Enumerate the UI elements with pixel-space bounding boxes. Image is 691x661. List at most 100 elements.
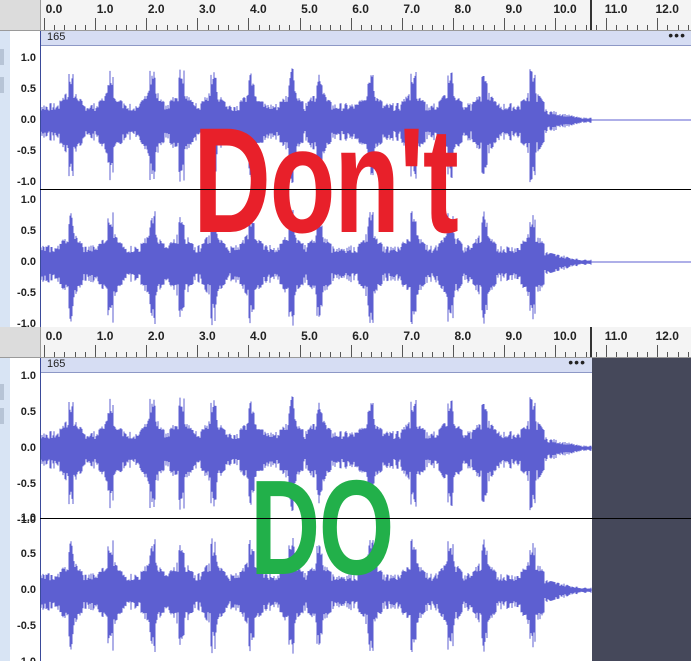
- clip-name: 165: [47, 358, 66, 370]
- ruler-tick-label: 12.0: [655, 2, 679, 16]
- ruler-major-mark: [350, 345, 352, 357]
- ruler-minor-mark: [135, 25, 137, 30]
- amplitude-label: -0.5: [17, 620, 36, 632]
- ruler-minor-mark: [524, 25, 526, 30]
- ruler-minor-mark: [217, 352, 219, 357]
- ruler-minor-mark: [493, 25, 495, 30]
- ruler-minor-mark: [595, 352, 597, 357]
- ruler-minor-mark: [156, 352, 158, 357]
- ruler-minor-mark: [166, 352, 168, 357]
- ruler-minor-mark: [279, 352, 281, 357]
- ruler-minor-mark: [463, 25, 465, 30]
- ruler-minor-mark: [473, 352, 475, 357]
- ruler-tick-label: 0.0: [45, 2, 63, 16]
- ruler-minor-mark: [105, 352, 107, 357]
- ruler-major-mark: [657, 18, 659, 30]
- ruler-minor-mark: [64, 352, 66, 357]
- playhead-marker[interactable]: [590, 327, 592, 357]
- empty-track-area[interactable]: [592, 358, 691, 661]
- ruler-minor-mark: [64, 25, 66, 30]
- ruler-major-mark: [299, 18, 301, 30]
- ruler-minor-mark: [381, 352, 383, 357]
- ruler-minor-mark: [667, 352, 669, 357]
- ruler-major-mark: [44, 18, 45, 30]
- ruler-minor-mark: [176, 352, 178, 357]
- track-handle[interactable]: [0, 49, 4, 65]
- ruler-minor-mark: [646, 25, 648, 30]
- ruler-tick-label: 7.0: [403, 329, 421, 343]
- ruler-minor-mark: [463, 352, 465, 357]
- ruler-minor-mark: [105, 25, 107, 30]
- amplitude-label: -1.0: [17, 318, 36, 327]
- ruler-tick-label: 5.0: [301, 2, 318, 16]
- amplitude-label: 1.0: [20, 512, 36, 524]
- ruler-tick-label: 2.0: [147, 329, 165, 343]
- ruler-minor-mark: [646, 352, 648, 357]
- ruler-minor-mark: [289, 352, 291, 357]
- clip-header[interactable]: 165 •••: [41, 354, 592, 373]
- ruler-major-mark: [401, 18, 403, 30]
- ruler-minor-mark: [626, 352, 628, 357]
- ruler-tick-label: 4.0: [250, 329, 267, 343]
- ruler-minor-mark: [238, 352, 240, 357]
- ruler-minor-mark: [74, 352, 76, 357]
- ruler-major-mark: [555, 18, 556, 30]
- ruler-major-mark: [401, 345, 403, 357]
- ruler-minor-mark: [442, 25, 444, 30]
- playhead-marker[interactable]: [590, 0, 592, 30]
- track-handle[interactable]: [0, 408, 4, 424]
- ruler-minor-mark: [381, 25, 383, 30]
- ruler-tick-label: 9.0: [505, 2, 523, 16]
- ruler-minor-mark: [238, 25, 240, 30]
- ruler-major-mark: [350, 18, 352, 30]
- ruler-minor-mark: [84, 352, 86, 357]
- ruler-major-mark: [197, 345, 199, 357]
- amplitude-label: 0.0: [20, 114, 36, 126]
- ruler-minor-mark: [493, 352, 495, 357]
- timeline-ruler-bottom[interactable]: 0.0 1.0 2.0 3.0 4.0 5.0 6.0 7.0 8.0 9.0 10.0 11.0 12…: [0, 327, 691, 358]
- amplitude-label: 0.5: [20, 548, 36, 560]
- ruler-minor-mark: [442, 352, 444, 357]
- ruler-minor-mark: [585, 25, 587, 30]
- ruler-tick-label: 12.0: [655, 329, 679, 343]
- ruler-tick-label: 5.0: [301, 329, 318, 343]
- ruler-minor-mark: [340, 352, 342, 357]
- ruler-minor-mark: [340, 25, 342, 30]
- amplitude-label: 0.0: [20, 584, 36, 596]
- ruler-tick-label: 2.0: [147, 2, 165, 16]
- ruler-gutter: [0, 327, 41, 357]
- clip-header[interactable]: 165 •••: [41, 27, 691, 46]
- ruler-major-mark: [95, 18, 97, 30]
- amplitude-label: 0.5: [20, 83, 36, 95]
- clip-menu-button[interactable]: •••: [568, 354, 586, 370]
- ruler-minor-mark: [125, 25, 127, 30]
- track-handle[interactable]: [0, 77, 4, 93]
- amplitude-label: 0.0: [20, 256, 36, 268]
- amplitude-label: 1.0: [20, 370, 36, 382]
- ruler-tick-label: 1.0: [96, 329, 114, 343]
- clip-menu-button[interactable]: •••: [668, 27, 686, 43]
- ruler-minor-mark: [268, 25, 270, 30]
- ruler-minor-mark: [371, 352, 373, 357]
- track-handle[interactable]: [0, 384, 4, 400]
- amplitude-label: -1.0: [17, 656, 36, 661]
- track-panel-bottom[interactable]: 1.00.50.0-0.5-1.01.00.50.0-0.5-1.0 165 •…: [0, 354, 691, 661]
- ruler-minor-mark: [391, 352, 393, 357]
- ruler-minor-mark: [595, 25, 597, 30]
- ruler-minor-mark: [54, 25, 56, 30]
- ruler-minor-mark: [227, 25, 229, 30]
- ruler-minor-mark: [125, 352, 127, 357]
- ruler-minor-mark: [391, 25, 393, 30]
- amplitude-ruler: 1.0 0.5 0.0 -0.5 -1.0 1.0 0.5 0.0 -0.5 -1.0: [10, 31, 41, 327]
- overlay-text: DO: [250, 452, 394, 603]
- ruler-minor-mark: [258, 25, 260, 30]
- ruler-minor-mark: [432, 352, 434, 357]
- ruler-minor-mark: [330, 352, 332, 357]
- ruler-minor-mark: [534, 352, 536, 357]
- ruler-minor-mark: [626, 25, 628, 30]
- ruler-minor-mark: [432, 25, 434, 30]
- ruler-minor-mark: [258, 352, 260, 357]
- ruler-minor-mark: [687, 25, 689, 30]
- timeline-ruler-top[interactable]: 0.0 1.0 2.0 3.0 4.0 5.0 6.0 7.0 8.0 9.0 10.0 11.0 12…: [0, 0, 691, 31]
- track-panel-top[interactable]: 1.0 0.5 0.0 -0.5 -1.0 1.0 0.5 0.0 -0.5 -1.0 165 •…: [0, 27, 691, 327]
